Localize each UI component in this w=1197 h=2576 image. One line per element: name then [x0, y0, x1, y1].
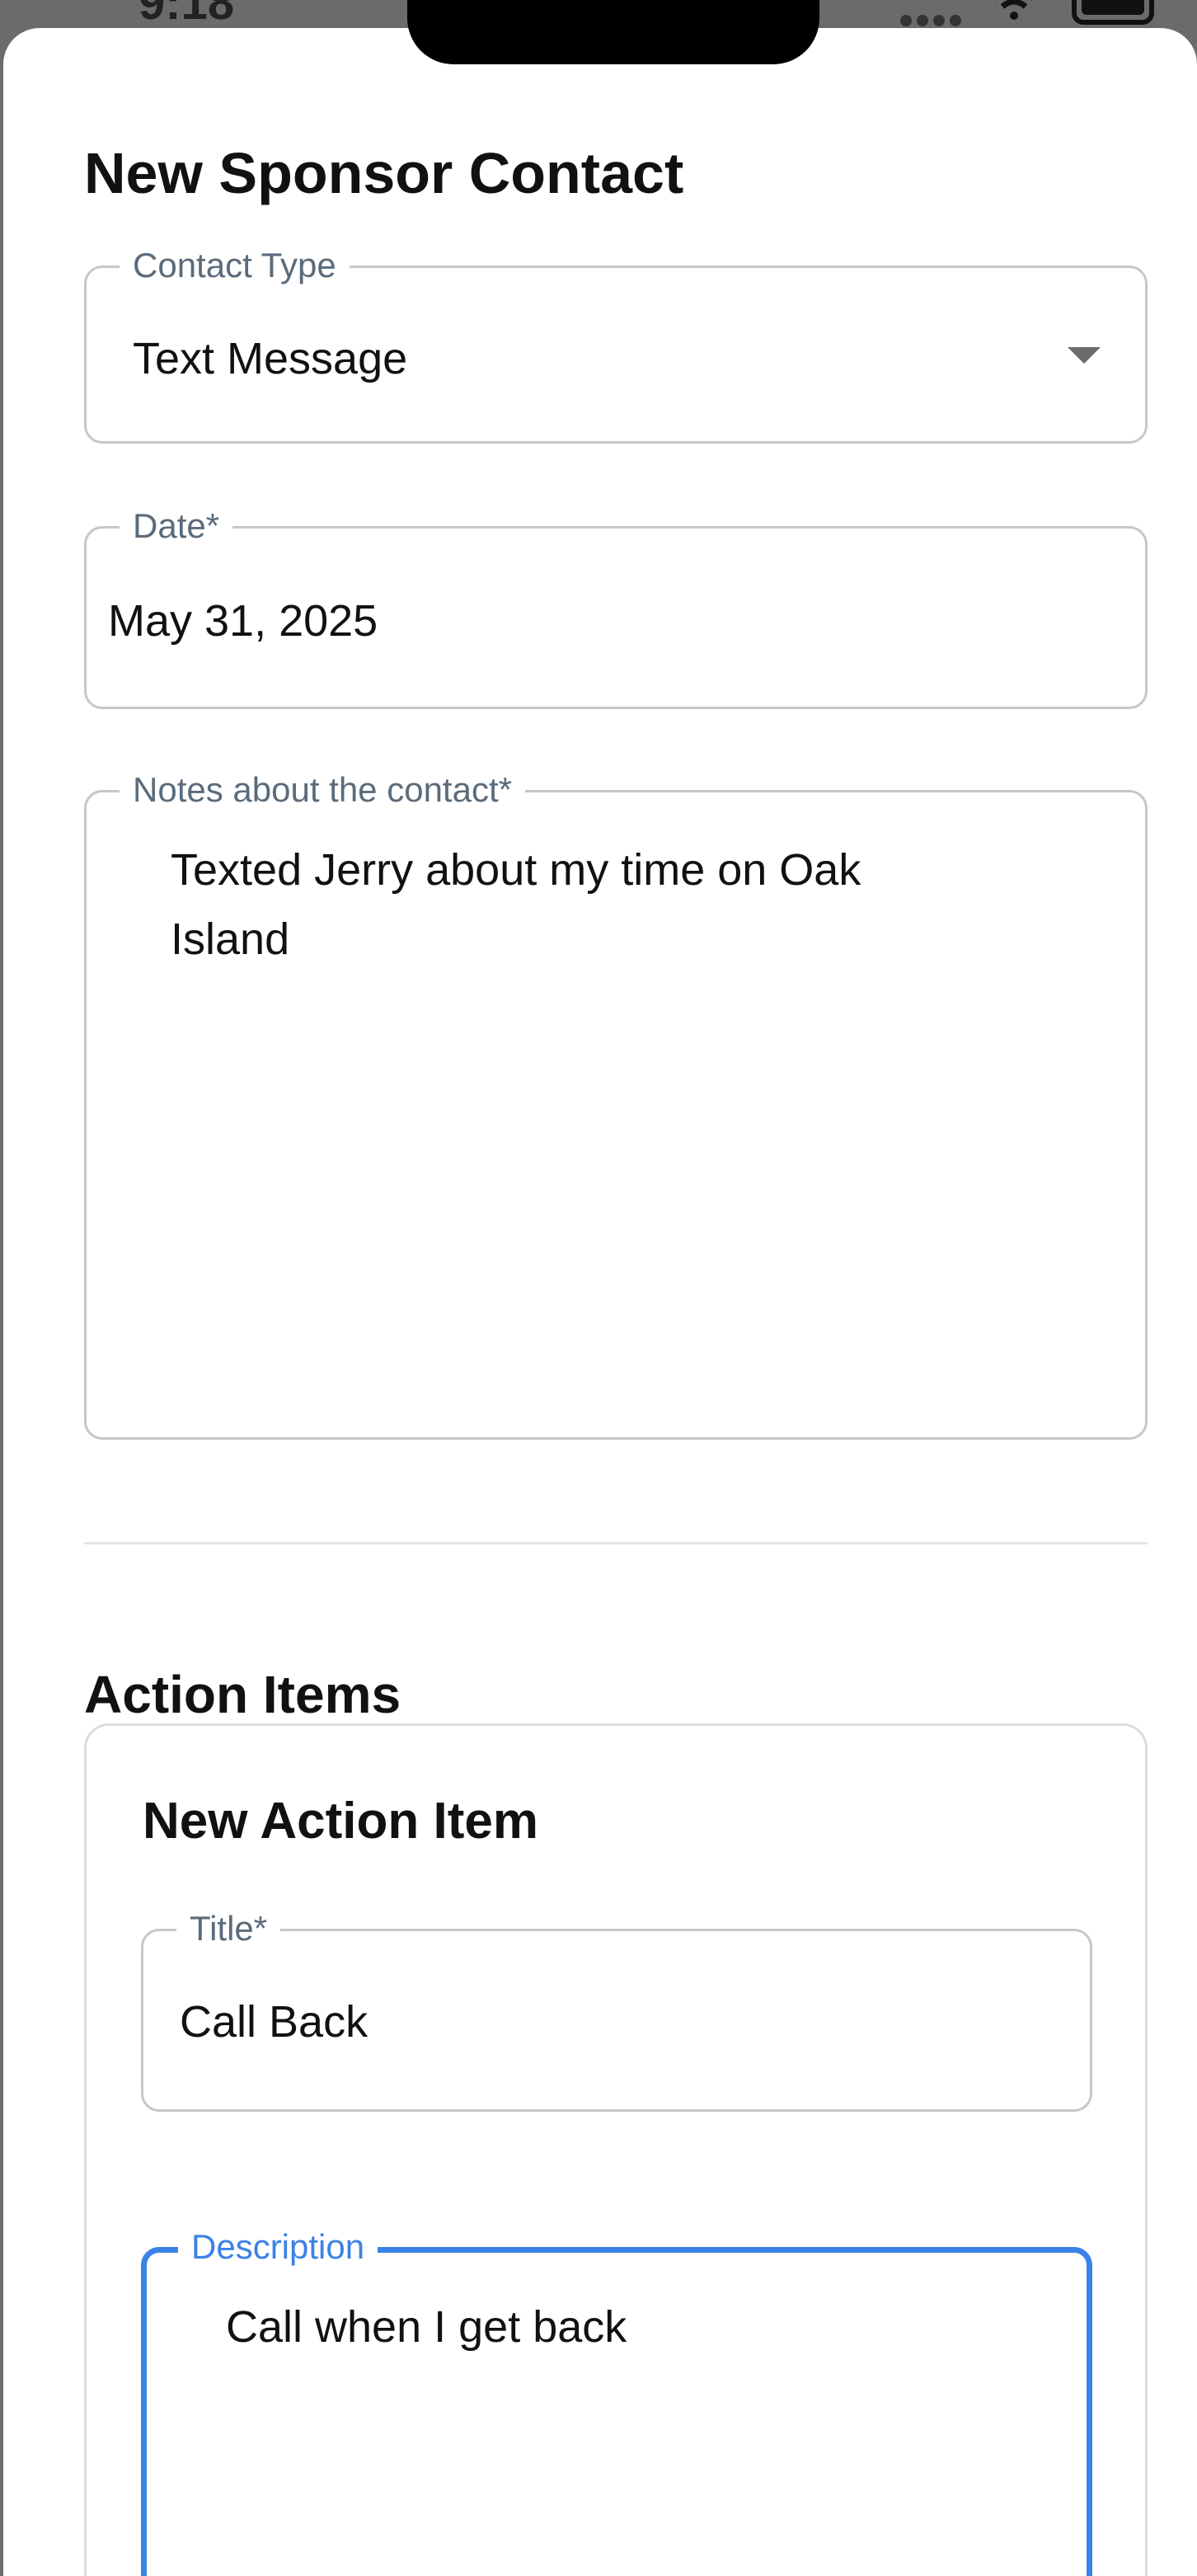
action-description-textarea[interactable]: Description Call when I get back: [141, 2226, 1092, 2576]
action-description-value: Call when I get back: [226, 2302, 627, 2352]
new-action-item-heading: New Action Item: [143, 1793, 538, 1850]
notes-textarea[interactable]: Notes about the contact* Texted Jerry ab…: [84, 769, 1148, 1440]
contact-type-select[interactable]: Contact Type Text Message: [84, 245, 1148, 444]
status-time: 9:18: [138, 0, 235, 30]
action-item-card: New Action Item Title* Call Back Descrip…: [84, 1723, 1148, 2576]
dynamic-island: [407, 0, 819, 64]
action-items-heading: Action Items: [84, 1665, 401, 1724]
section-divider: [84, 1542, 1148, 1544]
chevron-down-icon[interactable]: [1068, 347, 1101, 364]
date-label: Date*: [120, 505, 233, 547]
notes-label: Notes about the contact*: [120, 769, 525, 811]
contact-type-label: Contact Type: [120, 245, 350, 286]
action-title-label: Title*: [176, 1908, 281, 1949]
page-title: New Sponsor Contact: [84, 141, 684, 205]
notes-value: Texted Jerry about my time on Oak Island: [171, 845, 861, 964]
action-title-value: Call Back: [180, 1997, 368, 2047]
wifi-icon: [995, 0, 1033, 20]
date-value: May 31, 2025: [108, 596, 378, 646]
action-title-field[interactable]: Title* Call Back: [141, 1908, 1092, 2112]
battery-icon: [1072, 0, 1154, 25]
modal-sheet: New Sponsor Contact Contact Type Text Me…: [3, 28, 1197, 2576]
date-field[interactable]: Date* May 31, 2025: [84, 505, 1148, 709]
contact-type-value: Text Message: [133, 334, 408, 383]
action-description-label: Description: [178, 2226, 378, 2268]
cellular-signal-icon: [900, 15, 961, 26]
